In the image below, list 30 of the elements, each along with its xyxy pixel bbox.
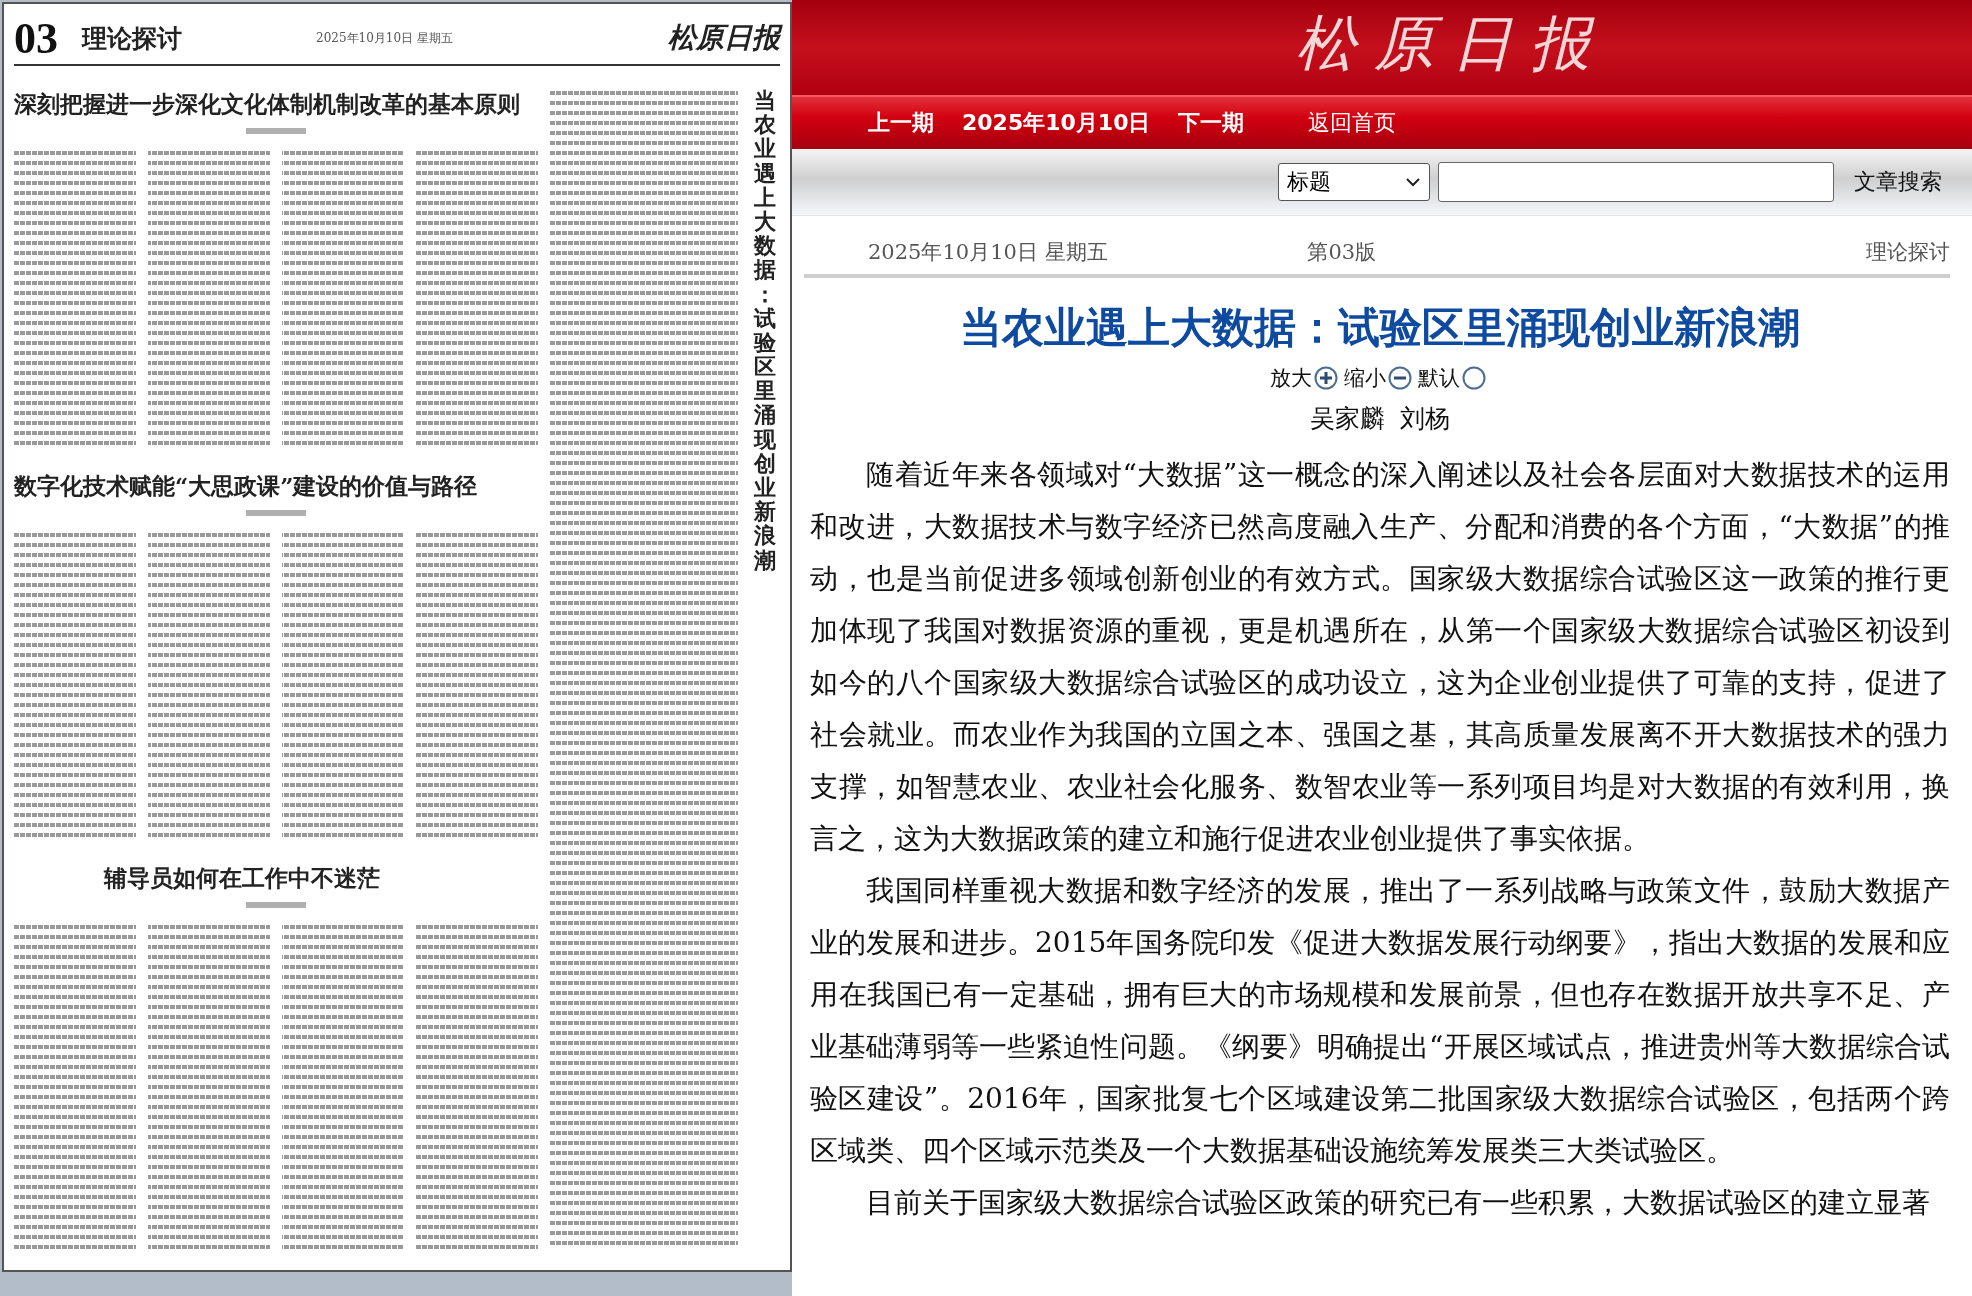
search-field[interactable]: [1438, 162, 1834, 202]
search-field-dropdown[interactable]: 标题: [1278, 163, 1430, 201]
font-size-label: 缩小: [1344, 365, 1386, 392]
home-link[interactable]: 返回首页: [1308, 108, 1397, 138]
zoom-in-icon[interactable]: [1314, 366, 1338, 390]
search-button[interactable]: 文章搜索: [1850, 167, 1946, 197]
article-paragraph: 目前关于国家级大数据综合试验区政策的研究已有一些积累，大数据试验区的建立显著: [865, 1185, 1931, 1221]
font-size-label: 默认: [1418, 365, 1460, 392]
article-paragraph: 我国同样重视大数据和数字经济的发展，推出了一系列战略与政策文件，鼓励大数据产业的发展和进步。2015年国务院印发《促进大数据发展行动纲要》，指出大数据的发展和应用在我国已有一定基础，拥有巨大的市场规模和发展前景，但也存在数据开放共享不足、产业基础薄弱等一些紧迫性问题。《纲要》明确提出“开展区域试点，推进贵州等大数据综合试验区建设”。2016年，国家批复七个区域建设第二批国家级大数据综合试验区，包括两个跨区域类、四个区域示范类及一个大数据基础设施统筹发展类三大类试验区。: [810, 873, 1950, 1169]
vertical-headline: 当农业遇上大数据：试验区里涌现创业新浪潮: [752, 88, 777, 575]
article-authors: 吴家麟 刘杨: [1308, 403, 1452, 435]
section-title: 理论探讨: [82, 22, 182, 55]
headline: 辅导员如何在工作中不迷茫: [102, 863, 380, 893]
headline: 数字化技术赋能“大思政课”建设的价值与路径: [14, 471, 478, 501]
reset-icon[interactable]: [1462, 366, 1486, 390]
page-number: 03: [14, 12, 58, 64]
font-size-label: 放大: [1270, 365, 1312, 392]
headline: 深刻把握进一步深化文化体制机制改革的基本原则: [14, 89, 520, 119]
next-issue-link[interactable]: 下一期: [1178, 108, 1245, 138]
issue-date: 2025年10月10日: [962, 109, 1151, 137]
zoom-out-icon[interactable]: [1388, 366, 1412, 390]
chevron-icon: [1405, 177, 1421, 187]
edition-number: 第03版: [1307, 239, 1377, 266]
article-paragraph: 随着近年来各领域对“大数据”这一概念的深入阐述以及社会各层面对大数据技术的运用和改进，大数据技术与数字经济已然高度融入生产、分配和消费的各个方面，“大数据”的推动，也是当前促进多领域创新创业的有效方式。国家级大数据综合试验区这一政策的推行更加体现了我国对数据资源的重视，更是机遇所在，从第一个国家级大数据综合试验区初设到如今的八个国家级大数据综合试验区的成功设立，这为企业创业提供了可靠的支持，促进了社会就业。而农业作为我国的立国之本、强国之基，其高质量发展离不开大数据技术的强力支撑，如智慧农业、农业社会化服务、数智农业等一系列项目均是对大数据的有效利用，换言之，这为大数据政策的建立和施行促进农业创业提供了事实依据。: [810, 457, 1950, 857]
date-line: 2025年10月10日 星期五: [316, 29, 453, 47]
previous-issue-link[interactable]: 上一期: [868, 108, 934, 138]
edition-section: 理论探讨: [1866, 238, 1950, 266]
masthead-logo: 松原日报: [1296, 7, 1608, 80]
article-title: 当农业遇上大数据：试验区里涌现创业新浪潮: [959, 302, 1801, 354]
edition-date: 2025年10月10日 星期五: [868, 239, 1108, 266]
